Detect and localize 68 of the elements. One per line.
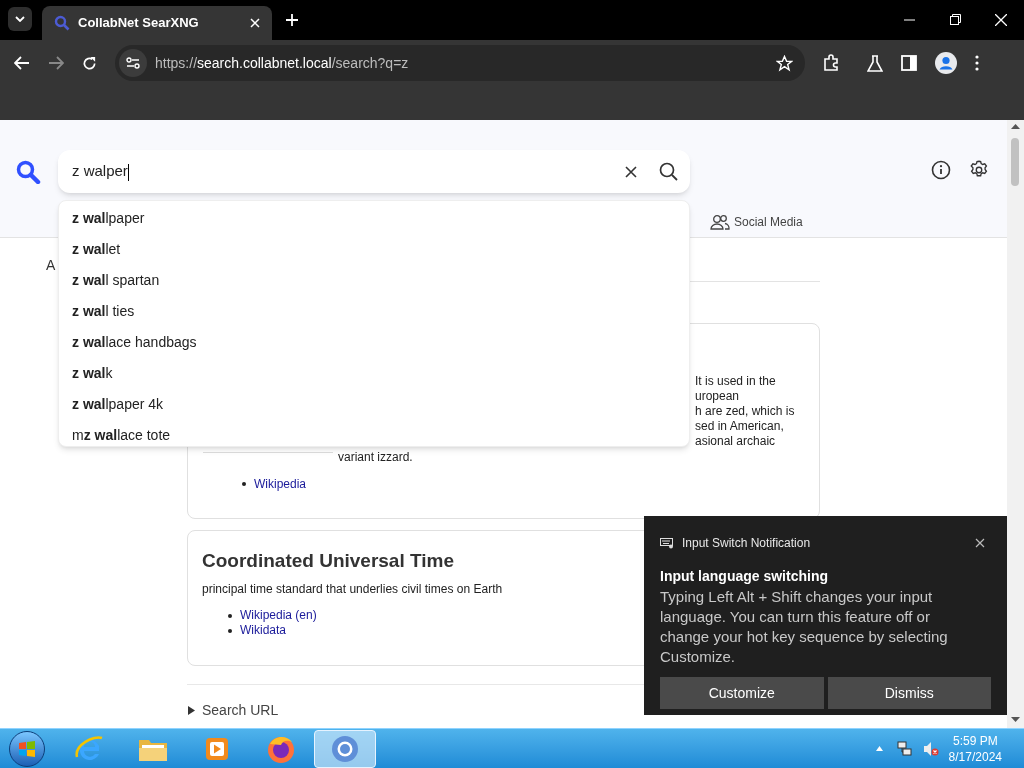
address-bar[interactable]: https://search.collabnet.local/search?q=z [115,45,805,81]
notification-body: Typing Left Alt + Shift changes your input language. You can turn this feature off or change your hot key sequence by selecting Customize. [660,587,949,667]
tray-arrow-icon[interactable] [875,746,883,751]
media-player-icon [204,735,230,762]
url-text: https://search.collabnet.local/search?q=z [155,53,410,73]
tab-title: CollabNet SearXNG [78,14,200,33]
side-panel-icon[interactable] [901,55,917,71]
chrome-icon [331,734,359,763]
description-text: variant izzard. [338,449,413,466]
people-icon [710,214,730,230]
forward-icon[interactable] [48,56,64,70]
description-text: uropean [695,389,741,404]
scroll-up-icon[interactable] [1011,124,1020,129]
caret-icon [15,16,25,22]
suggestion-item[interactable]: z wall spartan [59,265,689,296]
notification-button[interactable]: Customize [660,677,824,709]
new-tab-icon[interactable] [286,14,298,26]
network-icon[interactable] [896,740,913,757]
search-input-text: z walper [72,161,130,183]
start-button[interactable] [9,730,45,767]
scrollbar-thumb[interactable] [1011,138,1019,186]
browser-e-icon [74,734,104,763]
search-icon [54,15,70,31]
infobox-title: Coordinated Universal Time [202,549,454,573]
puzzle-icon[interactable] [823,54,841,72]
profile-icon[interactable] [935,52,957,74]
tab-search-button[interactable] [8,7,32,31]
answer-text: A [46,256,56,275]
keyboard-icon [660,537,674,549]
category-tab[interactable]: Social Media [710,213,803,231]
wiki-link[interactable]: Wikipedia (en) [240,608,317,623]
logo-icon[interactable] [16,160,42,184]
search-field[interactable]: z walper [58,150,690,193]
search-url-toggle[interactable]: Search URL [187,700,279,721]
description-text: h are zed, which is [695,404,795,419]
description-text: principal time standard that underlies civil times on Earth [202,581,503,598]
info-icon[interactable] [931,160,951,180]
suggestion-item[interactable]: mz wallace tote [59,420,689,451]
notification-title: Input language switching [660,567,829,586]
back-icon[interactable] [14,56,30,70]
browser-tab[interactable]: CollabNet SearXNG [42,6,272,40]
site-info-button[interactable] [119,49,147,77]
notification-button[interactable]: Dismiss [827,677,991,709]
tune-icon [126,57,140,69]
description-text: sed in American, [695,419,785,434]
taskbar-button[interactable] [314,729,376,768]
suggestion-item[interactable]: z wallpaper [59,203,689,234]
star-icon[interactable] [776,54,793,72]
wiki-link[interactable]: Wikidata [240,623,286,638]
description-text: It is used in the [695,374,777,389]
flask-icon[interactable] [867,54,883,72]
search-icon[interactable] [659,162,678,181]
windows-logo-icon [18,740,36,757]
notification-app-name: Input Switch Notification [682,535,812,552]
suggestion-item[interactable]: z walk [59,358,689,389]
clear-icon[interactable] [625,165,637,178]
suggestion-item[interactable]: z wallpaper 4k [59,389,689,420]
suggestion-item[interactable]: z wallace handbags [59,327,689,358]
restore-icon[interactable] [950,14,961,25]
description-text: asional archaic [695,434,777,449]
muted-speaker-icon[interactable] [922,740,939,757]
close-icon[interactable] [975,538,985,548]
reload-icon[interactable] [82,55,97,71]
wiki-link[interactable]: Wikipedia [254,475,307,493]
menu-icon[interactable] [975,55,979,71]
suggestion-item[interactable]: z wallet [59,234,689,265]
scroll-down-icon[interactable] [1011,717,1020,722]
suggestion-item[interactable]: z wall ties [59,296,689,327]
